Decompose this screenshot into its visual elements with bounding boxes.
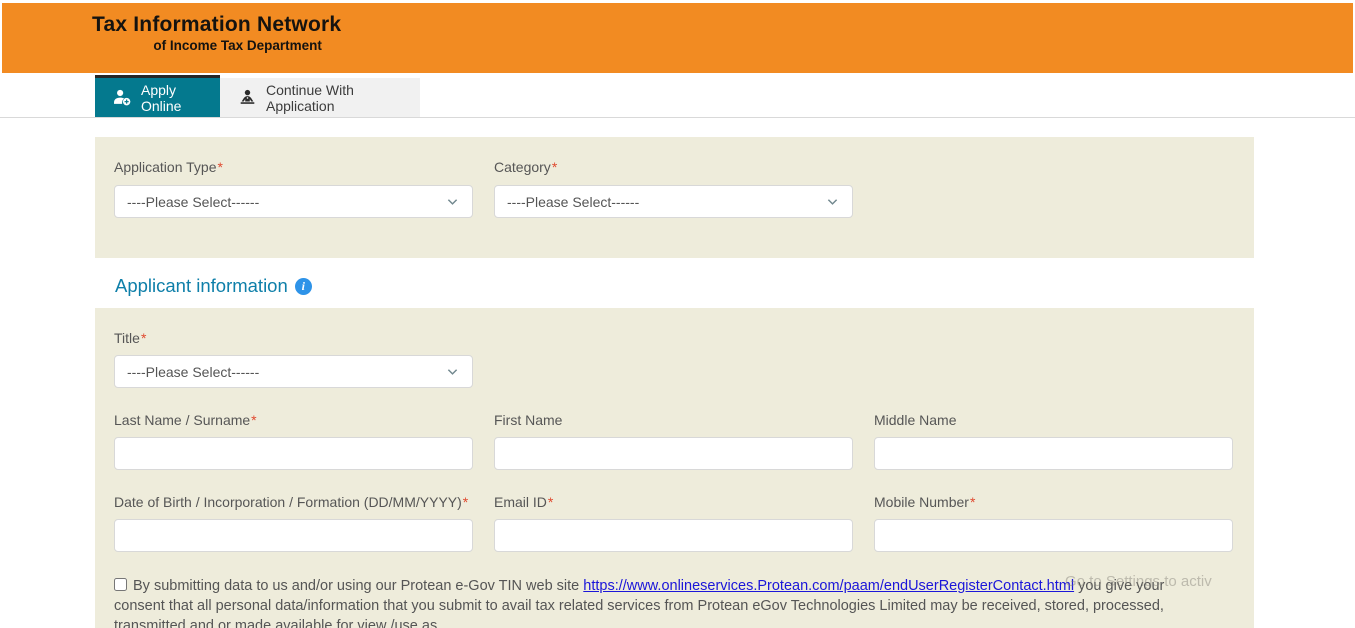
- application-details-section: Application Type* ----Please Select-----…: [95, 137, 1254, 258]
- tin-logo: Tax Information Network of Income Tax De…: [92, 13, 341, 53]
- email-label: Email ID*: [494, 494, 553, 510]
- tab-continue-label: Continue With Application: [266, 82, 402, 114]
- required-marker: *: [463, 494, 468, 510]
- tab-apply-online-label: Apply Online: [141, 82, 202, 114]
- required-marker: *: [217, 159, 222, 175]
- first-name-label: First Name: [494, 412, 562, 428]
- mobile-label: Mobile Number*: [874, 494, 975, 510]
- required-marker: *: [970, 494, 975, 510]
- category-select[interactable]: ----Please Select------: [494, 185, 853, 218]
- category-label: Category*: [494, 159, 557, 175]
- applicant-information-heading: Applicant information i: [115, 275, 312, 297]
- application-type-select[interactable]: ----Please Select------: [114, 185, 473, 218]
- chevron-down-icon: [447, 368, 458, 376]
- header-bar: Tax Information Network of Income Tax De…: [2, 3, 1353, 73]
- person-desk-icon: [238, 88, 257, 107]
- email-input[interactable]: [494, 519, 853, 552]
- section-heading-text: Applicant information: [115, 275, 288, 297]
- tab-bar: Apply Online Continue With Application: [0, 75, 1355, 118]
- consent-text-before: By submitting data to us and/or using ou…: [133, 578, 583, 594]
- chevron-down-icon: [447, 198, 458, 206]
- info-icon[interactable]: i: [295, 278, 312, 295]
- required-marker: *: [251, 412, 256, 428]
- middle-name-label: Middle Name: [874, 412, 956, 428]
- title-label: Title*: [114, 330, 146, 346]
- dob-input[interactable]: [114, 519, 473, 552]
- consent-paragraph: By submitting data to us and/or using ou…: [114, 576, 1212, 628]
- last-name-input[interactable]: [114, 437, 473, 470]
- dob-label: Date of Birth / Incorporation / Formatio…: [114, 494, 468, 510]
- person-add-icon: [113, 88, 132, 107]
- last-name-label: Last Name / Surname*: [114, 412, 257, 428]
- tab-apply-online[interactable]: Apply Online: [95, 75, 220, 117]
- mobile-input[interactable]: [874, 519, 1233, 552]
- chevron-down-icon: [827, 198, 838, 206]
- required-marker: *: [141, 330, 146, 346]
- applicant-information-section: Title* ----Please Select------ Last Name…: [95, 308, 1254, 628]
- middle-name-input[interactable]: [874, 437, 1233, 470]
- first-name-input[interactable]: [494, 437, 853, 470]
- title-select[interactable]: ----Please Select------: [114, 355, 473, 388]
- consent-link[interactable]: https://www.onlineservices.Protean.com/p…: [583, 578, 1074, 594]
- consent-checkbox[interactable]: [114, 578, 127, 591]
- required-marker: *: [552, 159, 557, 175]
- required-marker: *: [548, 494, 553, 510]
- header-subtitle: of Income Tax Department: [134, 38, 341, 53]
- application-type-label: Application Type*: [114, 159, 223, 175]
- tab-continue-with-application[interactable]: Continue With Application: [220, 78, 420, 117]
- header-title: Tax Information Network: [92, 13, 341, 37]
